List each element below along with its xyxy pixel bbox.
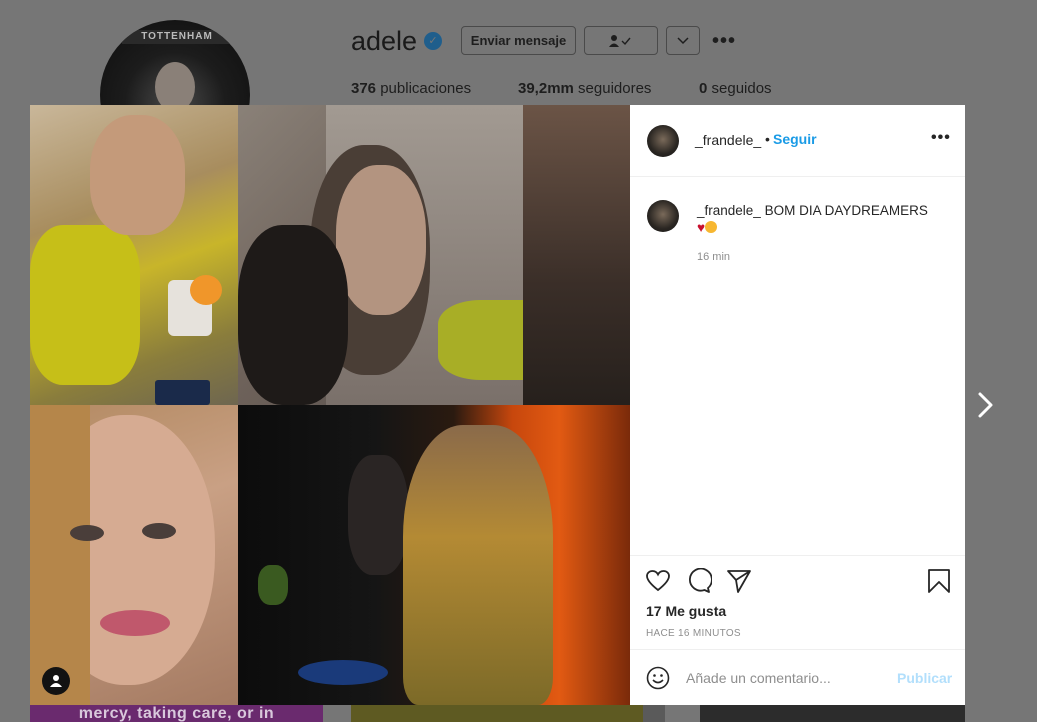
grid-thumbnail-2[interactable] (351, 705, 643, 722)
person-check-icon (609, 34, 631, 47)
chevron-right-icon[interactable] (975, 390, 997, 420)
caption-author-avatar[interactable] (647, 200, 679, 232)
share-send-icon[interactable] (726, 568, 752, 594)
stat-posts: 376 publicaciones (351, 80, 471, 97)
send-message-button[interactable]: Enviar mensaje (461, 26, 576, 55)
like-count[interactable]: 17 Me gusta (646, 603, 726, 619)
verified-badge-icon: ✓ (424, 32, 442, 50)
photo-tile-night (238, 405, 630, 705)
tagged-users-button[interactable] (42, 667, 70, 695)
grid-thumbnail-3[interactable] (643, 705, 665, 722)
stat-followers[interactable]: 39,2mm seguidores (518, 80, 651, 97)
separator-dot: • (765, 131, 770, 147)
thumbnail-caption: mercy, taking care, or in (78, 705, 275, 722)
post-caption: _frandele_ BOM DIA DAYDREAMERS ♥ (697, 202, 952, 236)
post-time-ago: HACE 16 MINUTOS (646, 628, 741, 639)
grid-thumbnail-4[interactable] (700, 705, 965, 722)
caption-timestamp: 16 min (697, 251, 731, 263)
stat-following[interactable]: 0 seguidos (699, 80, 772, 97)
stat-following-value: 0 (699, 80, 708, 97)
follow-button[interactable]: Seguir (773, 131, 817, 147)
author-username[interactable]: _frandele_ (695, 132, 761, 148)
photo-tile-party (238, 105, 630, 405)
stat-following-label: seguidos (711, 80, 772, 97)
publish-button[interactable]: Publicar (897, 670, 952, 686)
comment-bar: Publicar (630, 649, 965, 705)
save-bookmark-icon[interactable] (926, 568, 952, 594)
post-media[interactable] (30, 105, 630, 705)
photo-tile-selfie (30, 405, 238, 705)
caption-text: BOM DIA DAYDREAMERS (764, 203, 928, 218)
post-sidebar: _frandele_ • Seguir ••• _frandele_ BOM D… (630, 105, 965, 705)
stat-posts-value: 376 (351, 80, 377, 97)
avatar-banner-text: TOTTENHAM (122, 30, 232, 44)
emoji-smiley-icon[interactable] (646, 666, 670, 690)
profile-username: adele (351, 26, 418, 56)
chevron-down-icon (677, 36, 689, 44)
heart-eyes-emoji-icon (705, 221, 718, 233)
stat-posts-label: publicaciones (380, 80, 472, 97)
grid-thumbnail-1[interactable]: mercy, taking care, or in (30, 705, 323, 722)
suggestions-chevron-button[interactable] (666, 26, 700, 55)
heart-emoji-icon: ♥ (697, 220, 706, 235)
following-button[interactable] (584, 26, 658, 55)
post-options-icon[interactable]: ••• (931, 129, 951, 147)
comment-icon[interactable] (686, 568, 712, 594)
post-actions: 17 Me gusta HACE 16 MINUTOS (630, 555, 965, 647)
like-heart-icon[interactable] (645, 568, 671, 594)
photo-tile-laughing (30, 105, 238, 405)
person-icon (50, 675, 62, 687)
stat-followers-value: 39,2mm (518, 80, 574, 97)
post-header: _frandele_ • Seguir ••• (630, 105, 965, 177)
author-avatar[interactable] (647, 125, 679, 157)
stat-followers-label: seguidores (578, 80, 652, 97)
comment-input[interactable] (686, 667, 886, 689)
profile-options-icon[interactable]: ••• (712, 30, 736, 53)
caption-author[interactable]: _frandele_ (697, 203, 761, 218)
